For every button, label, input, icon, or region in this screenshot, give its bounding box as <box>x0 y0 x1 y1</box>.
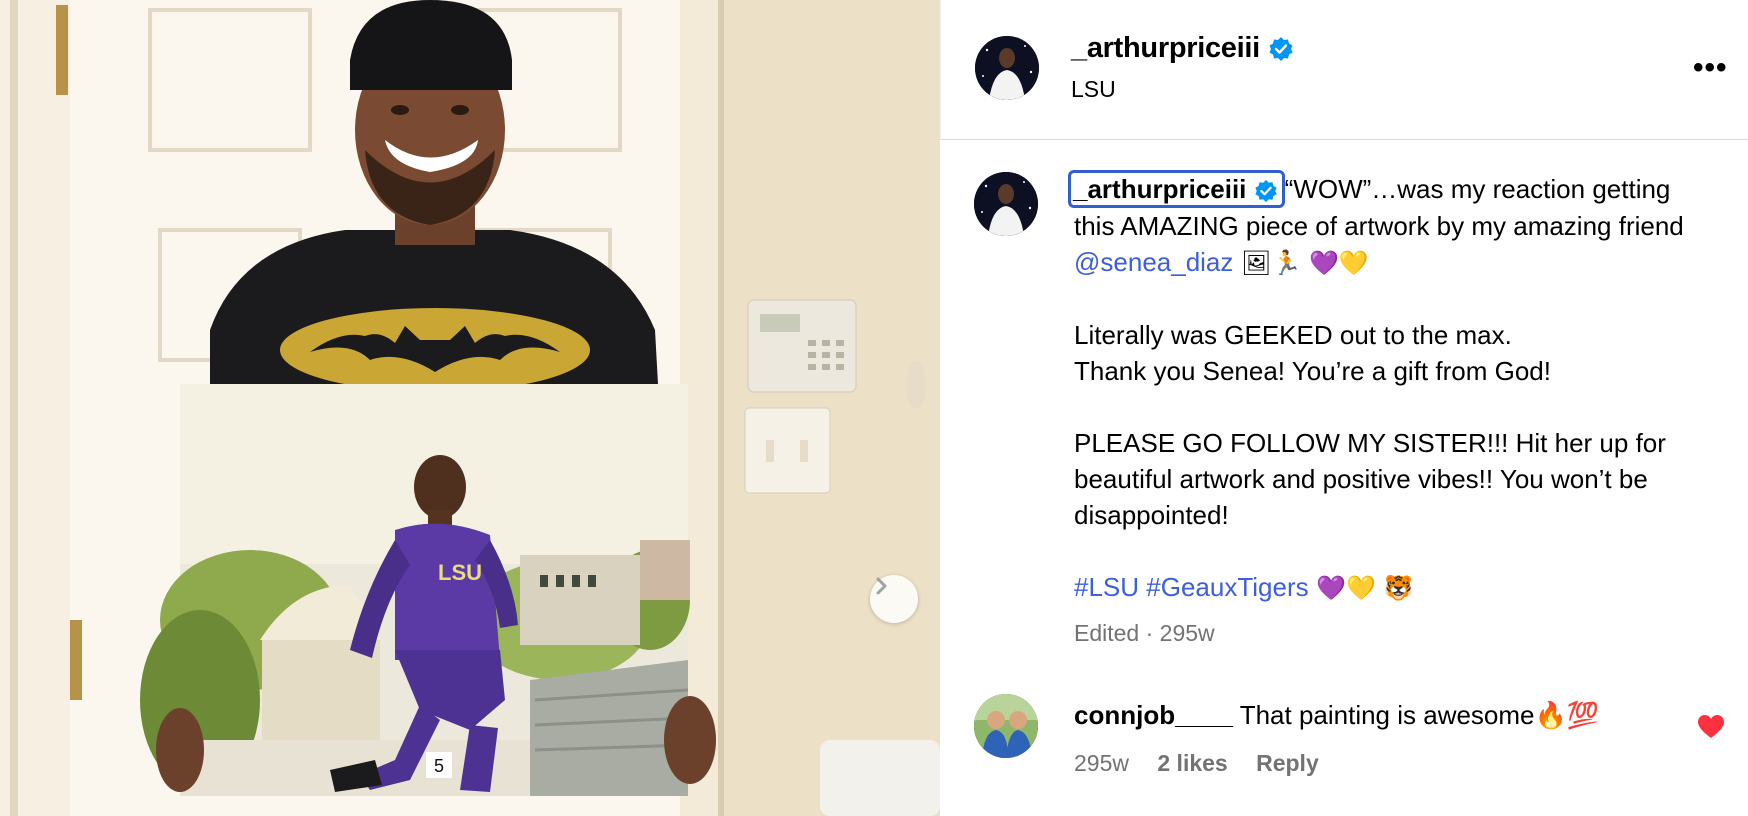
caption-author-avatar[interactable] <box>974 172 1038 236</box>
author-username[interactable]: _arthurpriceiii <box>1071 32 1260 64</box>
hashtag-lsu[interactable]: #LSU <box>1074 572 1139 602</box>
post-photo: 5 LSU <box>0 0 940 816</box>
caption-text-2a: Literally was GEEKED out to the max. <box>1074 320 1512 350</box>
post-media[interactable]: 5 LSU <box>0 0 940 816</box>
comment-age: 295w <box>1074 750 1129 776</box>
heart-filled-icon <box>1698 715 1724 738</box>
mention-link[interactable]: @senea_diaz <box>1074 247 1233 277</box>
post-side-panel: _arthurpriceiii LSU ••• _arthurpriceiii … <box>940 0 1748 816</box>
bib-number: 5 <box>434 756 444 776</box>
caption-verified-badge-icon <box>1255 180 1277 203</box>
author-avatar[interactable] <box>975 36 1039 100</box>
commenter-avatar-image <box>974 694 1038 758</box>
caption-text-2b: Thank you Senea! You’re a gift from God! <box>1074 356 1551 386</box>
commenter-username[interactable]: connjob____ <box>1074 700 1233 730</box>
post-header: _arthurpriceiii LSU ••• <box>940 0 1748 140</box>
caption-username-link[interactable]: _arthurpriceiii <box>1068 170 1285 208</box>
verified-badge-icon <box>1269 37 1293 62</box>
author-username-row: _arthurpriceiii <box>1071 32 1294 65</box>
caption-paragraph-1: _arthurpriceiii “WOW”…was my reaction ge… <box>1068 170 1684 281</box>
comment-like-button[interactable] <box>1697 714 1725 745</box>
post-location[interactable]: LSU <box>1071 76 1116 103</box>
post-caption: _arthurpriceiii “WOW”…was my reaction ge… <box>1068 170 1684 606</box>
caption-text-3: PLEASE GO FOLLOW MY SISTER!!! Hit her up… <box>1074 428 1666 530</box>
hashtag-geauxtigers[interactable]: #GeauxTigers <box>1146 572 1308 602</box>
comment-body: connjob____ That painting is awesome🔥💯 <box>1074 698 1599 732</box>
comment-text: That painting is awesome🔥💯 <box>1232 700 1600 730</box>
next-media-button[interactable] <box>870 575 918 623</box>
more-options-button[interactable]: ••• <box>1693 53 1728 83</box>
caption-emojis-1: 🖼🏃 💜💛 <box>1233 249 1369 277</box>
chevron-right-icon <box>876 577 887 595</box>
caption-hashtags: #LSU #GeauxTigers 💜💛 🐯 <box>1074 569 1684 606</box>
comment-likes[interactable]: 2 likes <box>1157 750 1227 776</box>
comment-reply-button[interactable]: Reply <box>1256 750 1319 776</box>
author-avatar-image <box>975 36 1039 100</box>
caption-author-avatar-image <box>974 172 1038 236</box>
comment-meta: 295w 2 likes Reply <box>1074 750 1341 777</box>
commenter-avatar[interactable] <box>974 694 1038 758</box>
instagram-post-view: 5 LSU _arthurpriceiii LSU ••• _arthurpri… <box>0 0 1748 816</box>
hashtag-emojis: 💜💛 🐯 <box>1308 574 1414 602</box>
caption-username[interactable]: _arthurpriceiii <box>1073 174 1246 204</box>
painting-shirt-text: LSU <box>438 560 482 585</box>
caption-meta: Edited · 295w <box>1074 620 1215 646</box>
